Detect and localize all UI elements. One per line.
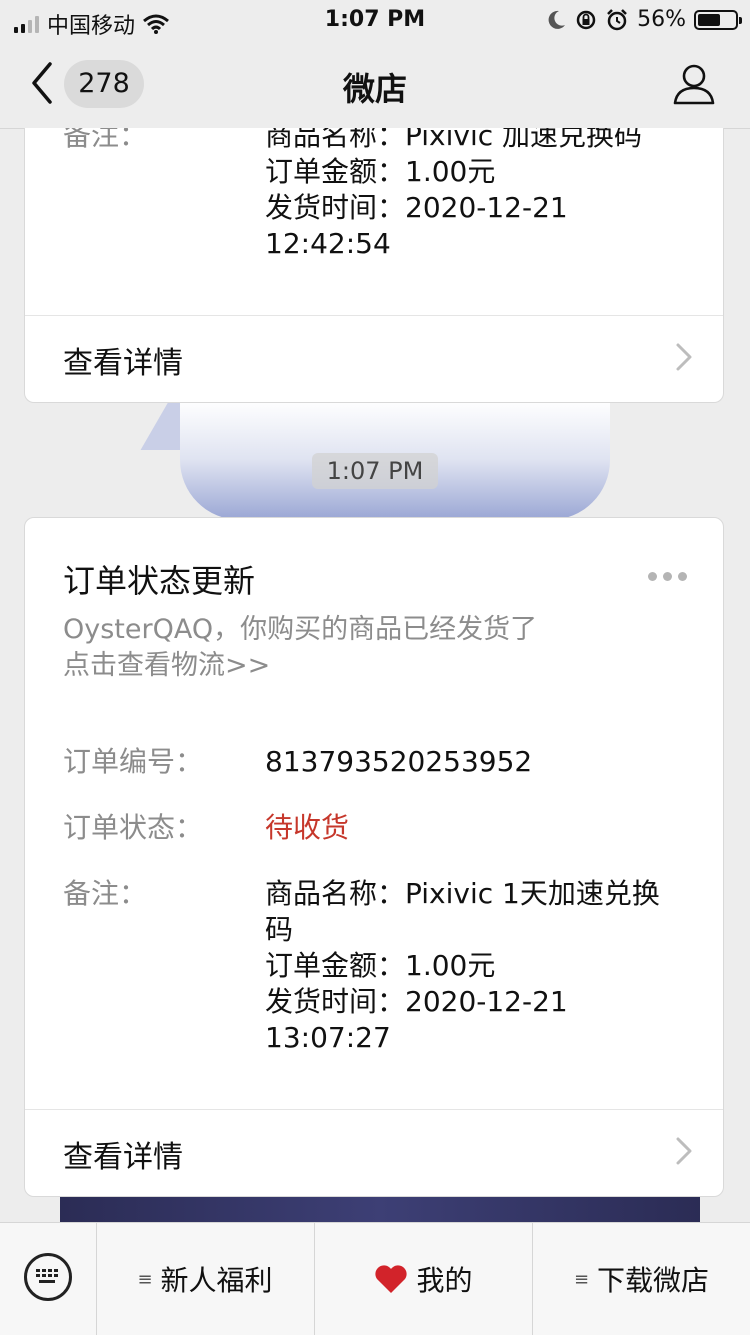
remark-line: 发货时间：2020-12-21 — [265, 191, 568, 224]
menu-icon: ≡ — [137, 1268, 153, 1290]
order-status-card: 订单状态更新 OysterQAQ，你购买的商品已经发货了 点击查看物流>> 订单… — [24, 517, 724, 1197]
remark-line: 商品名称：Pixivic 1天加速兑换 — [265, 877, 660, 910]
keyboard-icon — [24, 1253, 72, 1301]
view-details-label: 查看详情 — [63, 346, 183, 381]
message-timestamp: 1:07 PM — [312, 453, 438, 489]
remark-value: 商品名称：Pixivic 1天加速兑换 码 订单金额：1.00元 发货时间：20… — [265, 876, 693, 1056]
alarm-icon — [607, 8, 627, 30]
order-number-label: 订单编号： — [63, 745, 204, 778]
order-status-label: 订单状态： — [63, 811, 204, 844]
navigation-bar: 278 微店 — [0, 40, 750, 129]
toolbar-item-label: 下载微店 — [597, 1264, 710, 1297]
order-status-value: 待收货 — [265, 811, 350, 844]
remark-label: 备注： — [63, 128, 148, 152]
remark-value: 商品名称：Pixivic 加速兑换码 订单金额：1.00元 发货时间：2020-… — [265, 128, 693, 262]
battery-icon — [694, 9, 742, 30]
view-details-button[interactable]: 查看详情 — [25, 1109, 723, 1196]
view-details-button[interactable]: 查看详情 — [25, 315, 723, 402]
battery-percent: 56% — [637, 7, 686, 32]
menu-icon: ≡ — [573, 1268, 590, 1290]
order-card-previous: 备注： 商品名称：Pixivic 加速兑换码 订单金额：1.00元 发货时间：2… — [24, 128, 724, 403]
remark-line: 发货时间：2020-12-21 — [265, 985, 568, 1018]
remark-line: 12:42:54 — [265, 227, 391, 260]
toolbar-item-label: 新人福利 — [160, 1264, 273, 1297]
chevron-right-icon — [676, 1137, 692, 1165]
remark-line: 码 — [265, 913, 294, 946]
keyboard-toggle-button[interactable] — [0, 1223, 97, 1335]
remark-line: 商品名称：Pixivic 加速兑换码 — [265, 128, 643, 152]
user-profile-icon[interactable] — [672, 62, 716, 106]
page-title: 微店 — [342, 70, 407, 108]
moon-icon — [548, 10, 566, 29]
description-line: OysterQAQ，你购买的商品已经发货了 — [63, 614, 538, 645]
remark-line: 订单金额：1.00元 — [265, 949, 496, 982]
remark-line: 13:07:27 — [265, 1021, 391, 1054]
bottom-toolbar: ≡ 新人福利 我的 ≡ 下载微店 — [0, 1222, 750, 1335]
status-right: 56% — [545, 7, 742, 32]
toolbar-item-new-user-benefits[interactable]: ≡ 新人福利 — [96, 1223, 315, 1335]
remark-label: 备注： — [63, 877, 148, 910]
view-details-label: 查看详情 — [63, 1140, 183, 1175]
card-description[interactable]: OysterQAQ，你购买的商品已经发货了 点击查看物流>> — [63, 612, 613, 684]
toolbar-item-label: 我的 — [416, 1264, 473, 1297]
tracking-link[interactable]: 点击查看物流>> — [63, 648, 613, 684]
order-number-value: 813793520253952 — [265, 745, 533, 778]
rotation-lock-icon — [576, 10, 596, 29]
remark-line: 订单金额：1.00元 — [265, 155, 496, 188]
status-bar: 中国移动 1:07 PM 56% — [0, 0, 750, 40]
card-title: 订单状态更新 — [63, 562, 256, 600]
toolbar-item-download-app[interactable]: ≡ 下载微店 — [533, 1223, 750, 1335]
toolbar-item-mine[interactable]: 我的 — [315, 1223, 533, 1335]
heart-icon — [375, 1265, 408, 1293]
chevron-right-icon — [676, 343, 692, 371]
more-options-icon[interactable] — [648, 572, 687, 581]
